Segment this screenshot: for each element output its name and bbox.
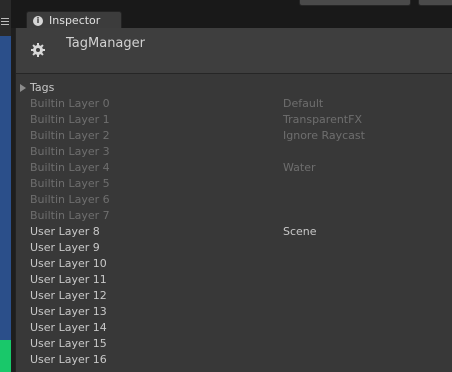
layer-name-label: Builtin Layer 3 <box>30 145 110 158</box>
layer-name-label: User Layer 15 <box>30 337 107 350</box>
layer-name-label: Builtin Layer 6 <box>30 193 110 206</box>
layer-name-label: User Layer 13 <box>30 305 107 318</box>
page-title: TagManager <box>66 36 145 51</box>
toolbar-button[interactable] <box>299 0 411 6</box>
layer-name-label: User Layer 12 <box>30 289 107 302</box>
toolbar-button[interactable] <box>418 0 452 6</box>
layer-name-label: Builtin Layer 4 <box>30 161 110 174</box>
layer-name-label: User Layer 14 <box>30 321 107 334</box>
layer-name-field[interactable]: Scene <box>283 224 317 240</box>
gear-icon <box>31 43 45 57</box>
inspector-header: TagManager <box>16 28 452 74</box>
scene-view-edge-green <box>0 340 11 372</box>
tab-label: Inspector <box>49 14 101 27</box>
layer-name-label: User Layer 9 <box>30 241 100 254</box>
layer-name-field: Water <box>283 161 316 174</box>
tags-label: Tags <box>30 81 55 94</box>
window-top-bar: i Inspector <box>11 0 452 29</box>
layer-name-field: TransparentFX <box>283 113 362 126</box>
layer-name-label: Builtin Layer 1 <box>30 113 110 126</box>
layer-name-label: User Layer 16 <box>30 353 107 366</box>
layer-name-label: User Layer 10 <box>30 257 107 270</box>
layer-name-label: User Layer 8 <box>30 225 100 238</box>
inspector-panel: TagManager Tags Builtin Layer 0 Default Bu… <box>15 28 452 372</box>
tab-inspector[interactable]: i Inspector <box>26 11 122 29</box>
layer-name-field: Ignore Raycast <box>283 129 365 142</box>
layer-name-label: Builtin Layer 0 <box>30 97 110 110</box>
scene-view-edge <box>0 0 11 372</box>
chevron-right-icon[interactable] <box>20 84 26 92</box>
layer-name-label: Builtin Layer 5 <box>30 177 110 190</box>
hamburger-menu-icon[interactable] <box>1 18 9 26</box>
layer-name-field: Default <box>283 97 324 110</box>
info-icon: i <box>33 15 43 26</box>
layer-name-label: User Layer 11 <box>30 273 107 286</box>
layer-name-label: Builtin Layer 2 <box>30 129 110 142</box>
layer-name-label: Builtin Layer 7 <box>30 209 110 222</box>
